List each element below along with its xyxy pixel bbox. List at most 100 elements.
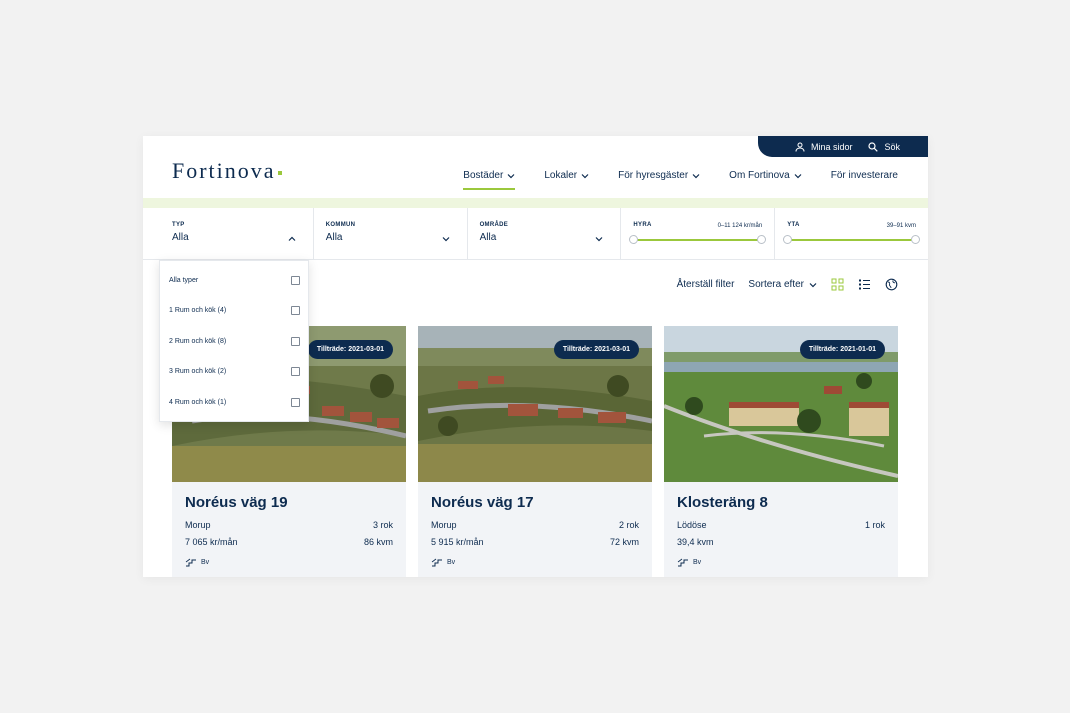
property-title: Klosteräng 8: [677, 494, 768, 511]
access-date-badge: Tillträde: 2021-03-01: [307, 340, 393, 359]
property-image: Tillträde: 2021-01-01: [664, 326, 898, 482]
checkbox[interactable]: [291, 367, 300, 377]
access-date-badge: Tillträde: 2021-03-01: [553, 340, 639, 359]
nav-label: För investerare: [830, 170, 898, 181]
utility-bar: Mina sidor Sök: [758, 136, 928, 157]
checkbox[interactable]: [291, 275, 300, 285]
property-energy: Bv: [201, 559, 210, 566]
property-size: 72 kvm: [609, 537, 639, 547]
access-date-badge: Tillträde: 2021-01-01: [799, 340, 885, 359]
dropdown-option[interactable]: 2 Rum och kök (8): [160, 326, 308, 357]
chevron-down-icon: [581, 173, 589, 178]
property-town: Morup: [431, 520, 457, 530]
property-rooms: 1 rok: [864, 520, 885, 530]
property-image: Tillträde: 2021-03-01: [418, 326, 652, 482]
main-nav: Bostäder Lokaler För hyresgäster Om Fort…: [463, 170, 898, 190]
dropdown-option[interactable]: 1 Rum och kök (4): [160, 296, 308, 327]
nav-investerare[interactable]: För investerare: [831, 170, 898, 187]
filter-typ[interactable]: TYP Alla: [143, 208, 314, 259]
filter-value: Alla: [325, 232, 343, 243]
header-divider: [143, 198, 928, 208]
filter-range: 0–11 124 kr/mån: [717, 223, 763, 229]
nav-om-fortinova[interactable]: Om Fortinova: [729, 170, 802, 187]
chevron-down-icon: [794, 173, 802, 178]
stairs-icon: [431, 558, 442, 567]
slider-max-handle[interactable]: [910, 235, 920, 244]
filter-yta: YTA 39–91 kvm: [775, 208, 928, 259]
checkbox[interactable]: [291, 397, 300, 407]
my-pages-label: Mina sidor: [810, 141, 853, 152]
chevron-down-icon: [595, 237, 603, 242]
user-icon: [795, 142, 805, 152]
chevron-up-icon: [288, 236, 296, 241]
property-rent: 7 065 kr/mån: [185, 537, 238, 547]
dropdown-option[interactable]: 4 Rum och kök (1): [160, 387, 308, 418]
dropdown-option[interactable]: Alla typer: [160, 265, 308, 296]
checkbox[interactable]: [291, 306, 300, 316]
option-label: 2 Rum och kök (8): [169, 337, 227, 345]
search-icon: [868, 141, 879, 152]
filter-omrade[interactable]: OMRÅDE Alla: [468, 208, 622, 259]
filter-hyra: HYRA 0–11 124 kr/mån: [621, 208, 776, 259]
nav-hyresgaster[interactable]: För hyresgäster: [618, 170, 700, 187]
property-rooms: 2 rok: [618, 520, 639, 530]
logo-dot: [277, 170, 282, 175]
list-view-icon[interactable]: [858, 278, 871, 291]
filter-value: Alla: [172, 232, 189, 243]
dropdown-option[interactable]: 3 Rum och kök (2): [160, 357, 308, 388]
nav-label: Bostäder: [463, 170, 504, 181]
option-label: Alla typer: [169, 276, 199, 284]
filter-range: 39–91 kvm: [886, 223, 916, 229]
my-pages-link[interactable]: Mina sidor: [795, 141, 853, 152]
logo-text: Fortinova: [172, 158, 276, 183]
property-town: Morup: [185, 520, 211, 530]
logo[interactable]: Fortinova: [172, 158, 282, 184]
grid-view-icon[interactable]: [831, 278, 844, 291]
reset-filter-button[interactable]: Återställ filter: [677, 279, 735, 290]
yta-slider-track[interactable]: [783, 235, 920, 244]
sort-label: Sortera efter: [748, 279, 804, 290]
property-rent: 39,4 kvm: [677, 537, 714, 547]
globe-map-view-icon[interactable]: [885, 278, 898, 291]
stairs-icon: [185, 558, 196, 567]
nav-label: För hyresgäster: [618, 170, 689, 181]
slider-min-handle[interactable]: [783, 235, 793, 244]
option-label: 4 Rum och kök (1): [169, 398, 227, 406]
nav-lokaler[interactable]: Lokaler: [544, 170, 589, 187]
chevron-down-icon: [809, 282, 817, 287]
property-card[interactable]: Tillträde: 2021-03-01 Noréus väg 17 Moru…: [418, 326, 652, 577]
sort-dropdown[interactable]: Sortera efter: [748, 279, 817, 290]
chevron-down-icon: [692, 173, 700, 178]
type-dropdown-menu: Alla typer 1 Rum och kök (4) 2 Rum och k…: [159, 260, 309, 422]
filter-value: Alla: [479, 232, 497, 243]
property-card[interactable]: Tillträde: 2021-01-01 Klosteräng 8 Lödös…: [664, 326, 898, 577]
slider-max-handle[interactable]: [757, 235, 767, 244]
nav-label: Lokaler: [544, 170, 578, 181]
filter-kommun[interactable]: KOMMUN Alla: [314, 208, 468, 259]
page-frame: Mina sidor Sök Fortinova Bostäder Lokale…: [143, 136, 928, 577]
property-title: Noréus väg 17: [431, 494, 534, 511]
slider-min-handle[interactable]: [629, 235, 639, 244]
results-toolbar: Återställ filter Sortera efter: [677, 278, 898, 291]
chevron-down-icon: [442, 237, 450, 242]
option-label: 1 Rum och kök (4): [169, 307, 227, 315]
filter-label: TYP: [172, 222, 185, 228]
hyra-slider-track[interactable]: [629, 235, 767, 244]
property-town: Lödöse: [677, 520, 707, 530]
nav-label: Om Fortinova: [729, 170, 790, 181]
stairs-icon: [677, 558, 688, 567]
checkbox[interactable]: [291, 336, 300, 346]
option-label: 3 Rum och kök (2): [169, 368, 227, 376]
filter-label: OMRÅDE: [479, 222, 509, 228]
property-size: 86 kvm: [363, 537, 393, 547]
search-link[interactable]: Sök: [868, 142, 900, 152]
property-title: Noréus väg 19: [185, 494, 288, 511]
filter-bar: TYP Alla KOMMUN Alla OMRÅDE Alla HYRA 0–…: [143, 208, 928, 260]
property-energy: Bv: [447, 559, 456, 566]
property-rent: 5 915 kr/mån: [431, 537, 484, 547]
nav-bostader[interactable]: Bostäder: [463, 170, 516, 190]
filter-label: KOMMUN: [325, 222, 356, 228]
chevron-down-icon: [507, 173, 515, 178]
property-rooms: 3 rok: [372, 520, 393, 530]
property-energy: Bv: [693, 559, 702, 566]
